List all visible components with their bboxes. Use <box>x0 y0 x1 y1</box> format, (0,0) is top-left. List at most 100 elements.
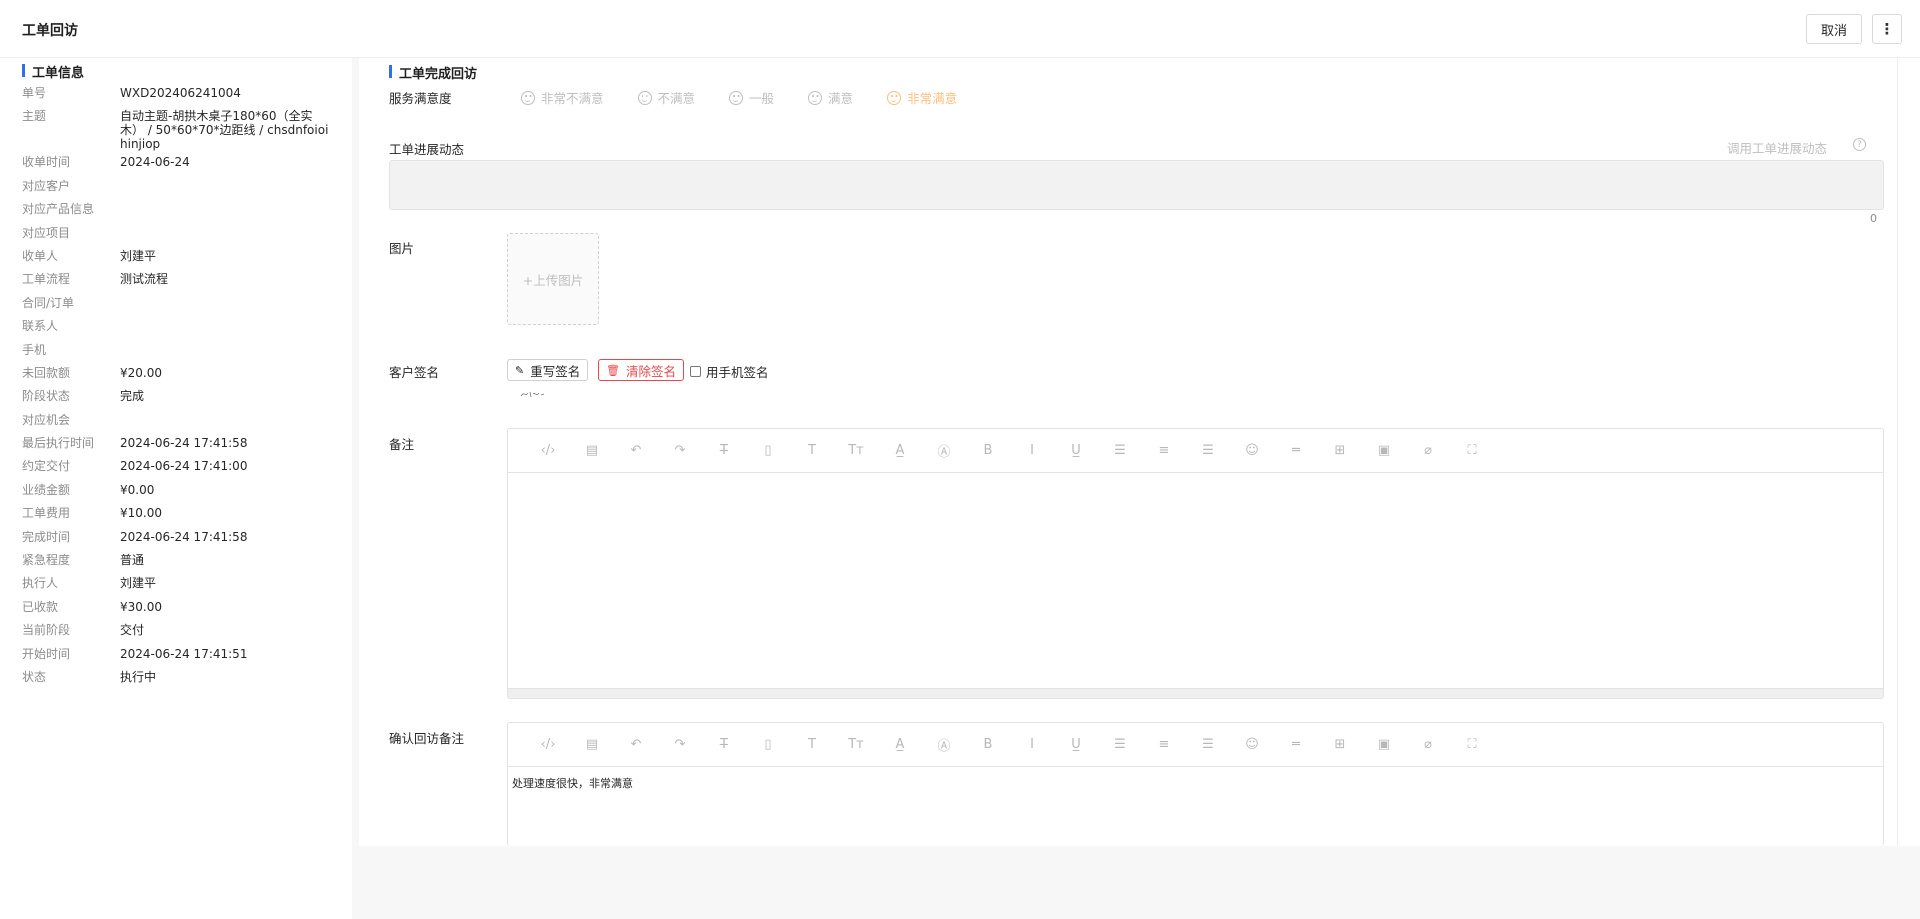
undo-icon[interactable]: ↶ <box>614 737 658 752</box>
clear-format-icon[interactable]: ▯ <box>746 737 790 752</box>
redo-icon[interactable]: ↷ <box>658 443 702 458</box>
font-size-icon[interactable]: Tт <box>834 737 878 752</box>
remark-editor[interactable]: ‹/› ▤ ↶ ↷ T̶ ▯ T Tт A̲ Ⓐ B I U̲ ☰ ≡ ☰ ☺ ═ ⊞ ▣ ⌀ ⛶ <box>507 428 1884 699</box>
divider-icon[interactable]: ═ <box>1274 737 1318 752</box>
template-icon[interactable]: ▤ <box>570 737 614 752</box>
satisfaction-rating[interactable]: 非常不满意 不满意 一般 满意 非常满意 <box>521 88 991 107</box>
align-center-icon[interactable]: ≡ <box>1142 443 1186 458</box>
info-label: 完成时间 <box>22 529 71 544</box>
info-row: 状态 执行中 <box>22 666 332 689</box>
info-row: 紧急程度 普通 <box>22 549 332 572</box>
rating-very-satisfied[interactable]: 非常满意 <box>887 88 957 107</box>
checkbox[interactable] <box>690 366 701 377</box>
info-row: 收单时间 2024-06-24 <box>22 151 332 174</box>
clear-format-icon[interactable]: ▯ <box>746 443 790 458</box>
italic-icon[interactable]: I <box>1010 443 1054 458</box>
align-center-icon[interactable]: ≡ <box>1142 737 1186 752</box>
strikethrough-icon[interactable]: T̶ <box>702 737 746 752</box>
rating-satisfied[interactable]: 满意 <box>808 88 853 107</box>
align-right-icon[interactable]: ☰ <box>1186 443 1230 458</box>
rating-dissatisfied[interactable]: 不满意 <box>637 88 695 107</box>
font-color-icon[interactable]: A̲ <box>878 737 922 752</box>
attachment-icon[interactable]: ⌀ <box>1406 443 1450 458</box>
info-label: 最后执行时间 <box>22 436 95 451</box>
background-color-icon[interactable]: Ⓐ <box>922 441 966 460</box>
info-row: 完成时间 2024-06-24 17:41:58 <box>22 526 332 549</box>
underline-icon[interactable]: U̲ <box>1054 443 1098 458</box>
align-right-icon[interactable]: ☰ <box>1186 737 1230 752</box>
attachment-icon[interactable]: ⌀ <box>1406 737 1450 752</box>
undo-icon[interactable]: ↶ <box>614 443 658 458</box>
remark-editor-body[interactable] <box>508 473 1883 489</box>
confirm-remark-label: 确认回访备注 <box>389 731 465 746</box>
info-row: 主题 自动主题-胡拱木桌子180*60（全实木） / 50*60*70*边距线 /… <box>22 105 332 151</box>
info-label: 对应产品信息 <box>22 202 95 217</box>
fullscreen-icon[interactable]: ⛶ <box>1450 737 1494 752</box>
char-count: 0 <box>1870 212 1877 225</box>
clear-signature-button[interactable]: 🗑 清除签名 <box>598 359 684 381</box>
signature-image <box>520 391 545 398</box>
code-icon[interactable]: ‹/› <box>526 443 570 458</box>
align-left-icon[interactable]: ☰ <box>1098 737 1142 752</box>
table-icon[interactable]: ⊞ <box>1318 443 1362 458</box>
bold-icon[interactable]: B <box>966 737 1010 752</box>
info-label: 当前阶段 <box>22 623 71 638</box>
info-value: 完成 <box>120 389 145 404</box>
image-icon[interactable]: ▣ <box>1362 443 1406 458</box>
info-row: 对应项目 <box>22 222 332 245</box>
editor-toolbar: ‹/› ▤ ↶ ↷ T̶ ▯ T Tт A̲ Ⓐ B I U̲ ☰ ≡ ☰ ☺ ═ ⊞ ▣ ⌀ ⛶ <box>508 429 1883 473</box>
info-label: 联系人 <box>22 319 59 334</box>
info-row: 收单人 刘建平 <box>22 245 332 268</box>
font-size-icon[interactable]: Tт <box>834 443 878 458</box>
more-options-icon[interactable]: ⋮ <box>1872 14 1902 44</box>
info-value: ¥0.00 <box>120 482 155 497</box>
code-icon[interactable]: ‹/› <box>526 737 570 752</box>
template-icon[interactable]: ▤ <box>570 443 614 458</box>
satisfaction-label: 服务满意度 <box>389 91 452 106</box>
font-color-icon[interactable]: A̲ <box>878 443 922 458</box>
info-list: 单号 WXD202406241004 主题 自动主题-胡拱木桌子180*60（全实木）… <box>22 82 332 689</box>
info-row: 对应产品信息 <box>22 198 332 221</box>
divider-icon[interactable]: ═ <box>1274 443 1318 458</box>
italic-icon[interactable]: I <box>1010 737 1054 752</box>
help-icon[interactable]: ? <box>1853 138 1866 151</box>
align-left-icon[interactable]: ☰ <box>1098 443 1142 458</box>
fetch-progress-link[interactable]: 调用工单进展动态 <box>1727 138 1827 157</box>
info-value <box>120 343 332 362</box>
progress-textarea[interactable] <box>389 160 1884 210</box>
emoji-icon[interactable]: ☺ <box>1230 443 1274 458</box>
phone-signature-toggle[interactable]: 用手机签名 <box>690 362 769 381</box>
info-value: 2024-06-24 17:41:58 <box>120 529 248 544</box>
info-row: 联系人 <box>22 315 332 338</box>
face-icon <box>808 90 823 105</box>
info-label: 约定交付 <box>22 459 71 474</box>
text-size-icon[interactable]: T <box>790 443 834 458</box>
info-row: 工单流程 测试流程 <box>22 268 332 291</box>
info-row: 合同/订单 <box>22 292 332 315</box>
upload-image-button[interactable]: +上传图片 <box>507 233 599 325</box>
rewrite-signature-button[interactable]: ✎ 重写签名 <box>507 359 589 381</box>
bold-icon[interactable]: B <box>966 443 1010 458</box>
info-value <box>120 202 332 221</box>
redo-icon[interactable]: ↷ <box>658 737 702 752</box>
info-section-title: 工单信息 <box>22 62 84 81</box>
confirm-remark-editor[interactable]: ‹/› ▤ ↶ ↷ T̶ ▯ T Tт A̲ Ⓐ B I U̲ ☰ ≡ ☰ ☺ ═ ⊞ ▣ ⌀ ⛶ 处理速度很快，非常满意 <box>507 722 1884 846</box>
confirm-remark-editor-body[interactable]: 处理速度很快，非常满意 <box>508 767 1883 799</box>
text-size-icon[interactable]: T <box>790 737 834 752</box>
cancel-button[interactable]: 取消 <box>1806 14 1862 44</box>
rating-very-dissatisfied[interactable]: 非常不满意 <box>521 88 604 107</box>
underline-icon[interactable]: U̲ <box>1054 737 1098 752</box>
info-label: 紧急程度 <box>22 553 71 568</box>
fullscreen-icon[interactable]: ⛶ <box>1450 443 1494 458</box>
info-label: 手机 <box>22 342 47 357</box>
info-label: 对应项目 <box>22 225 71 240</box>
emoji-icon[interactable]: ☺ <box>1230 737 1274 752</box>
rating-neutral[interactable]: 一般 <box>729 88 774 107</box>
table-icon[interactable]: ⊞ <box>1318 737 1362 752</box>
scrollbar[interactable] <box>1897 58 1920 846</box>
info-value: 测试流程 <box>120 272 169 287</box>
editor-resize-handle[interactable] <box>508 688 1883 698</box>
background-color-icon[interactable]: Ⓐ <box>922 735 966 754</box>
strikethrough-icon[interactable]: T̶ <box>702 443 746 458</box>
image-icon[interactable]: ▣ <box>1362 737 1406 752</box>
